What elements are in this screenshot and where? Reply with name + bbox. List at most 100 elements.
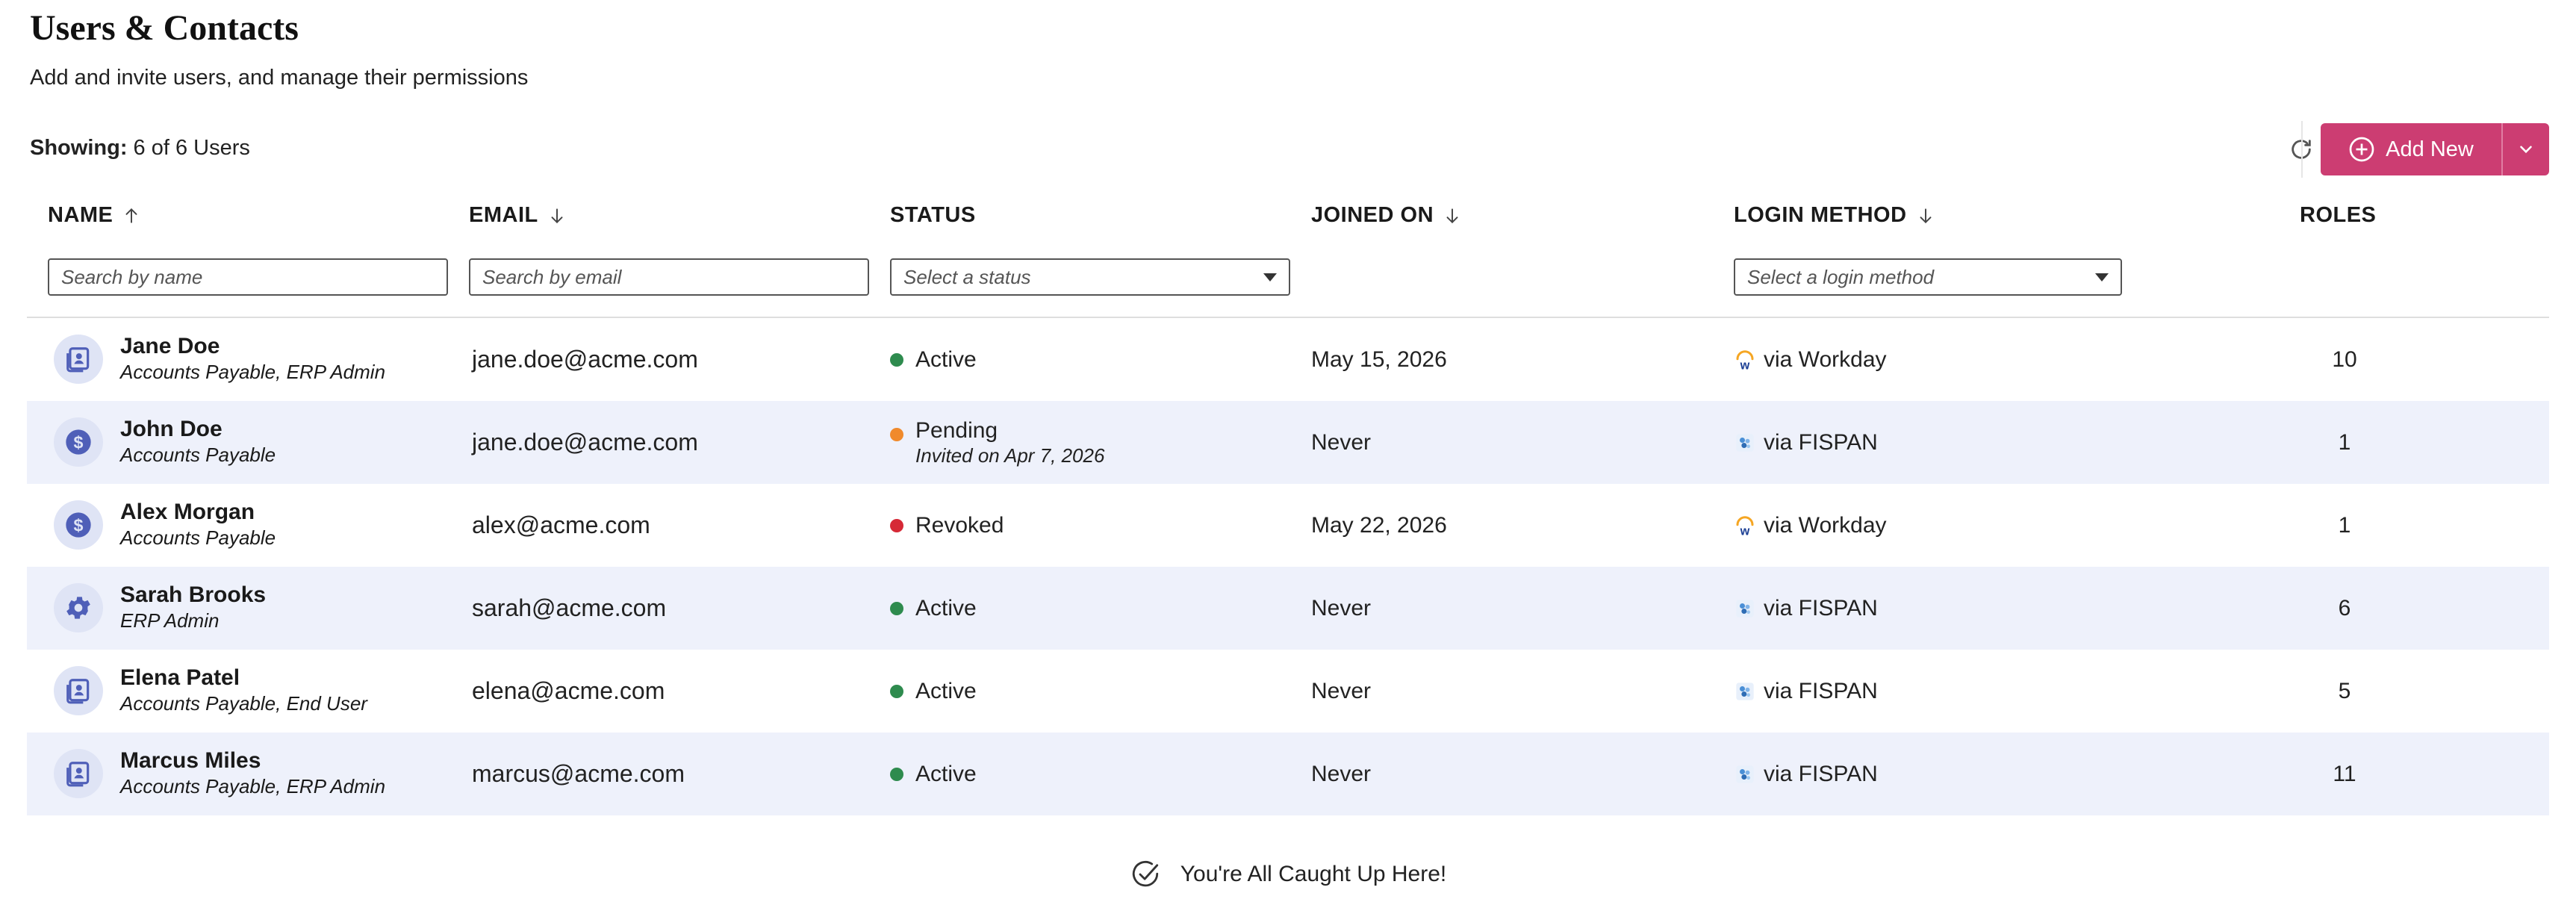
user-joined: Never: [1311, 733, 1371, 815]
user-email: marcus@acme.com: [472, 733, 685, 815]
showing-value: 6 of 6 Users: [133, 136, 250, 160]
user-roles-text: Accounts Payable, ERP Admin: [120, 361, 386, 383]
user-status: Pending Invited on Apr 7, 2026: [890, 401, 1104, 484]
add-new-label: Add New: [2386, 137, 2474, 161]
roles-count: 5: [2338, 678, 2351, 703]
add-new-split-button: Add New: [2321, 123, 2549, 175]
login-method-text: via Workday: [1764, 512, 1887, 538]
empty-footer: You're All Caught Up Here!: [0, 859, 2576, 890]
roles-count: 1: [2338, 429, 2351, 455]
user-roles-text: Accounts Payable, End User: [120, 692, 367, 715]
status-dot: [890, 352, 903, 367]
add-new-button[interactable]: Add New: [2321, 123, 2501, 175]
status-label: Active: [915, 346, 977, 372]
table-row[interactable]: Sarah Brooks ERP Admin sarah@acme.com Ac…: [27, 567, 2549, 650]
user-login-method: via FISPAN: [1734, 401, 1878, 484]
user-roles-text: ERP Admin: [120, 609, 220, 632]
table-row[interactable]: Jane Doe Accounts Payable, ERP Admin jan…: [27, 318, 2549, 401]
roles-count: 1: [2338, 512, 2351, 538]
user-name-cell: Sarah Brooks ERP Admin: [120, 582, 266, 632]
column-header-login[interactable]: LOGIN METHOD: [1734, 203, 1935, 228]
gear-icon: [63, 593, 93, 623]
user-name: Elena Patel: [120, 665, 240, 690]
user-roles-text: Accounts Payable: [120, 526, 276, 549]
user-joined: Never: [1311, 401, 1371, 484]
column-header-status[interactable]: STATUS: [890, 203, 976, 228]
dollar-icon: $: [63, 427, 93, 457]
add-new-dropdown-button[interactable]: [2503, 123, 2549, 175]
column-header-login-label: LOGIN METHOD: [1734, 203, 1907, 227]
joined-date: May 22, 2026: [1311, 512, 1447, 538]
user-roles-text: Accounts Payable, ERP Admin: [120, 775, 386, 797]
joined-date: Never: [1311, 678, 1372, 703]
table-header: NAME EMAIL STATUS JOINED ON LOGIN METHOD…: [27, 196, 2549, 318]
user-joined: May 22, 2026: [1311, 484, 1447, 567]
user-roles-text: Accounts Payable: [120, 444, 276, 466]
column-header-roles-label: ROLES: [2300, 203, 2377, 227]
column-header-joined-label: JOINED ON: [1311, 203, 1434, 227]
user-email: alex@acme.com: [472, 484, 650, 567]
user-name: Sarah Brooks: [120, 582, 267, 607]
column-header-email[interactable]: EMAIL: [469, 203, 567, 228]
workday-icon: w: [1734, 514, 1756, 537]
fispan-icon: [1734, 680, 1756, 703]
page-subtitle: Add and invite users, and manage their p…: [30, 66, 529, 90]
user-name-cell: Elena Patel Accounts Payable, End User: [120, 665, 367, 715]
user-email: jane.doe@acme.com: [472, 318, 698, 401]
page-title: Users & Contacts: [30, 8, 299, 48]
login-method-select[interactable]: Select a login method: [1734, 258, 2122, 296]
user-name-cell: Jane Doe Accounts Payable, ERP Admin: [120, 333, 385, 384]
avatar: $: [54, 500, 103, 550]
user-status: Active: [890, 318, 977, 401]
avatar: [54, 749, 103, 798]
user-roles-count: 10: [2322, 318, 2367, 401]
status-dot: [890, 684, 903, 698]
showing-label: Showing:: [30, 136, 128, 160]
name-search-input[interactable]: [61, 265, 435, 289]
fispan-icon: [1734, 763, 1756, 786]
column-header-email-label: EMAIL: [469, 203, 538, 227]
chevron-down-icon: [2520, 146, 2532, 154]
column-header-joined[interactable]: JOINED ON: [1311, 203, 1462, 228]
status-dot: [890, 518, 903, 532]
user-name: Alex Morgan: [120, 500, 255, 524]
table-row[interactable]: Marcus Miles Accounts Payable, ERP Admin…: [27, 733, 2549, 815]
login-method-text: via FISPAN: [1764, 761, 1878, 786]
sort-descending-icon: [1446, 208, 1458, 223]
login-method-text: via FISPAN: [1764, 429, 1878, 455]
email-search-input[interactable]: [482, 265, 856, 289]
email-search-field[interactable]: [469, 258, 869, 296]
user-email-text: elena@acme.com: [472, 677, 665, 704]
status-dot: [890, 767, 903, 781]
user-joined: Never: [1311, 650, 1371, 733]
user-name-cell: John Doe Accounts Payable: [120, 416, 276, 467]
avatar: $: [54, 417, 103, 467]
joined-date: May 15, 2026: [1311, 346, 1447, 372]
contact-card-icon: [64, 677, 93, 705]
name-search-field[interactable]: [48, 258, 448, 296]
contact-card-icon: [64, 759, 93, 788]
sort-ascending-icon: [125, 208, 137, 223]
user-email-text: sarah@acme.com: [472, 594, 667, 621]
table-row[interactable]: Elena Patel Accounts Payable, End User e…: [27, 650, 2549, 733]
contact-card-icon: [64, 345, 93, 373]
svg-text:w: w: [1740, 358, 1750, 371]
user-email: jane.doe@acme.com: [472, 401, 698, 484]
user-joined: May 15, 2026: [1311, 318, 1447, 401]
status-select[interactable]: Select a status: [890, 258, 1290, 296]
column-header-name[interactable]: NAME: [48, 203, 141, 228]
avatar: [54, 666, 103, 715]
user-login-method: via FISPAN: [1734, 733, 1878, 815]
svg-text:$: $: [74, 515, 84, 535]
user-email-text: jane.doe@acme.com: [472, 346, 698, 373]
table-row[interactable]: $ Alex Morgan Accounts Payable alex@acme…: [27, 484, 2549, 567]
user-login-method: w via Workday: [1734, 484, 1887, 567]
user-email-text: marcus@acme.com: [472, 760, 685, 787]
caught-up-message: You're All Caught Up Here!: [1180, 862, 1447, 886]
avatar: [54, 583, 103, 632]
joined-date: Never: [1311, 595, 1372, 621]
column-header-status-label: STATUS: [890, 203, 976, 227]
status-select-placeholder: Select a status: [903, 265, 1031, 288]
column-header-name-label: NAME: [48, 203, 113, 227]
table-row[interactable]: $ John Doe Accounts Payable jane.doe@acm…: [27, 401, 2549, 484]
